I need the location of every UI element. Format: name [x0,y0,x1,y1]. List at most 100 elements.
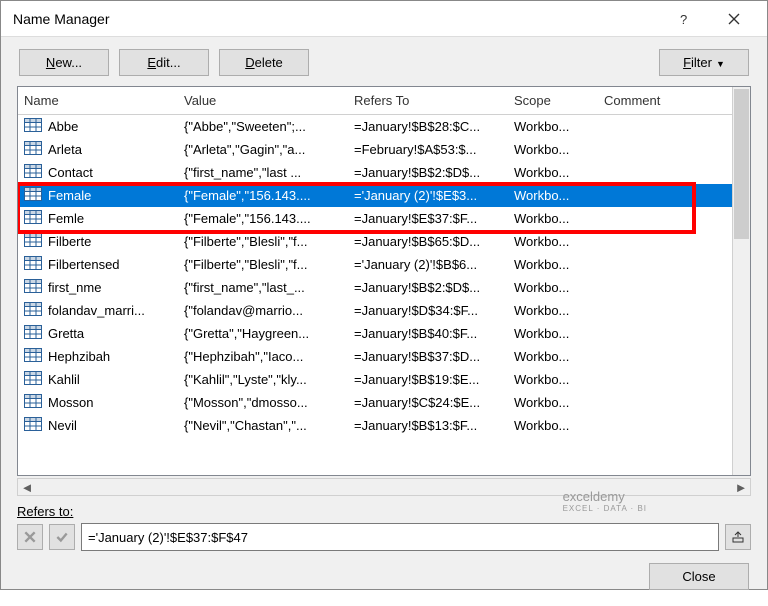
row-comment [598,194,732,198]
svg-text:?: ? [680,13,687,25]
cancel-change-button[interactable] [17,524,43,550]
header-name[interactable]: Name [18,89,178,112]
row-name: Mosson [48,395,94,410]
accept-change-button[interactable] [49,524,75,550]
named-range-icon [24,118,42,135]
header-refers[interactable]: Refers To [348,89,508,112]
list-item[interactable]: first_nme{"first_name","last_...=January… [18,276,732,299]
list-item[interactable]: Hephzibah{"Hephzibah","Iaco...=January!$… [18,345,732,368]
row-refers: =January!$B$2:$D$... [348,163,508,182]
names-list: Name Value Refers To Scope Comment Abbe{… [17,86,751,476]
refers-to-input[interactable]: ='January (2)'!$E$37:$F$47 [81,523,719,551]
toolbar: New... Edit... Delete Filter▼ [1,37,767,86]
row-refers: =January!$C$24:$E... [348,393,508,412]
list-item[interactable]: Gretta {"Gretta","Haygreen...=January!$B$… [18,322,732,345]
row-name: Nevil [48,418,77,433]
row-name: Hephzibah [48,349,110,364]
row-comment [598,355,732,359]
row-value: {"Hephzibah","Iaco... [178,347,348,366]
list-rows: Abbe{"Abbe","Sweeten";...=January!$B$28:… [18,115,732,475]
row-comment [598,263,732,267]
list-item[interactable]: Femle{"Female","156.143....=January!$E$3… [18,207,732,230]
edit-button[interactable]: Edit... [119,49,209,76]
help-button[interactable]: ? [659,1,709,37]
named-range-icon [24,279,42,296]
list-item[interactable]: Abbe{"Abbe","Sweeten";...=January!$B$28:… [18,115,732,138]
row-comment [598,286,732,290]
row-value: {"Gretta","Haygreen... [178,324,348,343]
row-scope: Workbo... [508,117,598,136]
list-item[interactable]: Filberte{"Filberte","Blesli","f...=Janua… [18,230,732,253]
header-value[interactable]: Value [178,89,348,112]
row-value: {"Mosson","dmosso... [178,393,348,412]
list-item[interactable]: Contact {"first_name","last ...=January!$… [18,161,732,184]
close-button[interactable]: Close [649,563,749,590]
row-scope: Workbo... [508,393,598,412]
row-name: Gretta [48,326,84,341]
close-icon[interactable] [709,1,759,37]
list-item[interactable]: folandav_marri... {"folandav@marrio...=Ja… [18,299,732,322]
row-comment [598,217,732,221]
row-name: Female [48,188,91,203]
row-refers: =January!$D$34:$F... [348,301,508,320]
column-headers[interactable]: Name Value Refers To Scope Comment [18,87,732,115]
row-value: {"Kahlil","Lyste","kly... [178,370,348,389]
row-refers: =January!$B$65:$D... [348,232,508,251]
vertical-scrollbar[interactable] [732,87,750,475]
dialog-footer: Close [1,551,767,602]
row-value: {"Nevil","Chastan","... [178,416,348,435]
list-item[interactable]: Nevil {"Nevil","Chastan","...=January!$B$… [18,414,732,437]
row-comment [598,401,732,405]
row-comment [598,125,732,129]
scroll-right-icon[interactable]: ► [732,480,750,495]
row-refers: ='January (2)'!$B$6... [348,255,508,274]
header-scope[interactable]: Scope [508,89,598,112]
row-scope: Workbo... [508,347,598,366]
row-value: {"first_name","last_... [178,278,348,297]
row-name: folandav_marri... [48,303,145,318]
row-scope: Workbo... [508,301,598,320]
row-name: Contact [48,165,93,180]
list-item[interactable]: Filbertensed{"Filberte","Blesli","f...='… [18,253,732,276]
list-item[interactable]: Arleta{"Arleta","Gagin","a...=February!$… [18,138,732,161]
row-scope: Workbo... [508,232,598,251]
row-name: Femle [48,211,84,226]
row-scope: Workbo... [508,186,598,205]
row-refers: =January!$B$13:$F... [348,416,508,435]
range-picker-button[interactable] [725,524,751,550]
scrollbar-thumb[interactable] [734,89,749,239]
row-scope: Workbo... [508,209,598,228]
row-comment [598,171,732,175]
named-range-icon [24,371,42,388]
row-value: {"Arleta","Gagin","a... [178,140,348,159]
row-scope: Workbo... [508,140,598,159]
delete-button[interactable]: Delete [219,49,309,76]
row-refers: =January!$B$40:$F... [348,324,508,343]
scroll-left-icon[interactable]: ◄ [18,480,36,495]
row-comment [598,424,732,428]
row-name: Filbertensed [48,257,120,272]
row-name: Kahlil [48,372,80,387]
named-range-icon [24,394,42,411]
refers-to-label: Refers to: [17,504,751,519]
row-value: {"folandav@marrio... [178,301,348,320]
new-button[interactable]: New... [19,49,109,76]
list-item[interactable]: Kahlil{"Kahlil","Lyste","kly...=January!… [18,368,732,391]
row-value: {"first_name","last ... [178,163,348,182]
list-item[interactable]: Female{"Female","156.143....='January (2… [18,184,732,207]
filter-button[interactable]: Filter▼ [659,49,749,76]
header-comment[interactable]: Comment [598,89,732,112]
row-refers: =February!$A$53:$... [348,140,508,159]
named-range-icon [24,187,42,204]
list-item[interactable]: Mosson {"Mosson","dmosso...=January!$C$24… [18,391,732,414]
row-scope: Workbo... [508,370,598,389]
row-scope: Workbo... [508,416,598,435]
name-manager-dialog: Name Manager ? New... Edit... Delete Fil… [0,0,768,590]
row-scope: Workbo... [508,324,598,343]
horizontal-scrollbar[interactable]: ◄ ► [17,478,751,496]
named-range-icon [24,256,42,273]
row-comment [598,148,732,152]
row-value: {"Female","156.143.... [178,186,348,205]
titlebar: Name Manager ? [1,1,767,37]
refers-to-area: Refers to: ='January (2)'!$E$37:$F$47 [17,504,751,551]
